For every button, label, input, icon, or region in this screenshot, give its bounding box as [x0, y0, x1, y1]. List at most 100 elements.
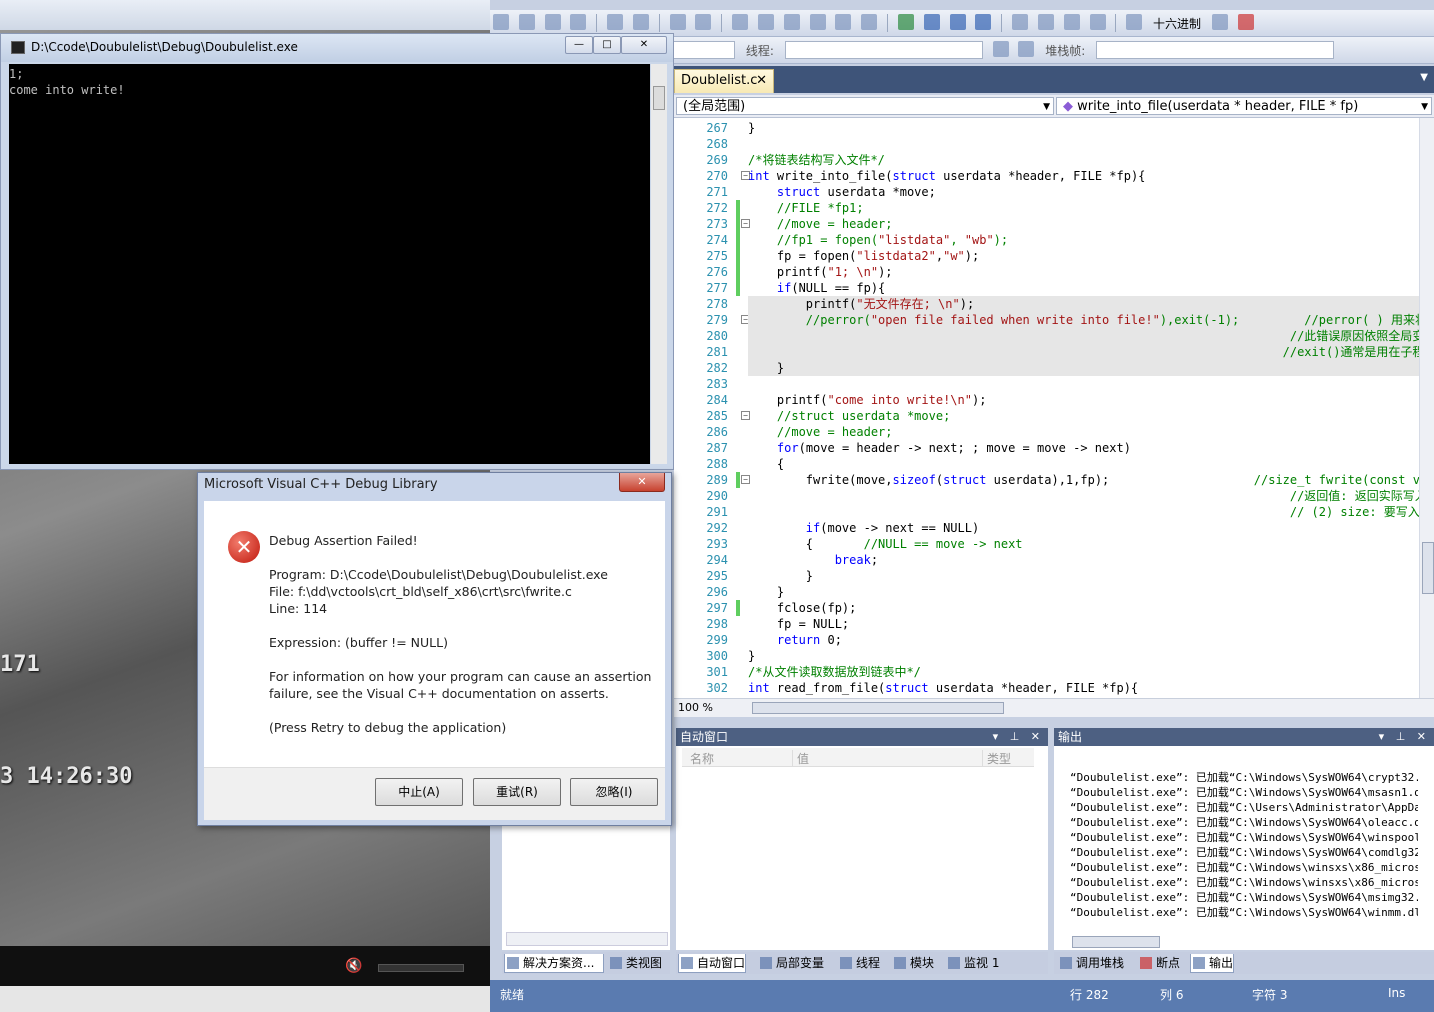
exception-icon[interactable]	[1237, 14, 1254, 30]
tab-watch1[interactable]: 监视 1	[946, 954, 999, 972]
toolbar-icon[interactable]	[518, 14, 535, 30]
quickwatch-icon[interactable]	[1126, 14, 1143, 30]
tab-breakpoints[interactable]: 断点	[1138, 954, 1180, 972]
code-line: 289− fwrite(move,sizeof(struct userdata)…	[674, 472, 1419, 488]
line-number: 270	[706, 169, 728, 183]
horizontal-scrollbar[interactable]	[506, 932, 668, 946]
column-type[interactable]: 类型	[982, 750, 1011, 767]
flag-icon[interactable]	[992, 41, 1009, 57]
console-output[interactable]: 1; come into write!	[9, 64, 650, 464]
abort-button[interactable]: 中止(A)	[375, 778, 463, 806]
code-line: 300}	[674, 648, 1419, 664]
function-combo[interactable]: ◆ write_into_file(userdata * header, FIL…	[1056, 97, 1432, 115]
dialog-close-button[interactable]: ✕	[619, 473, 665, 492]
toolbar-icon[interactable]	[544, 14, 561, 30]
close-tab-icon[interactable]: ✕	[756, 70, 767, 92]
output-scrollbar-thumb[interactable]	[1072, 936, 1160, 948]
code-line: 280 //此错误原因依照全局变量	[674, 328, 1419, 344]
bookmark-next-icon[interactable]	[783, 14, 800, 30]
code-line: 286 //move = header;	[674, 424, 1419, 440]
line-number: 277	[706, 281, 728, 295]
stack-frame-combo[interactable]	[1096, 41, 1335, 59]
tab-class-view[interactable]: 类视图	[608, 954, 662, 972]
code-text: }	[748, 360, 1419, 376]
code-line: 299 return 0;	[674, 632, 1419, 648]
code-text: printf("come into write!\n");	[748, 393, 987, 407]
editor-horizontal-bar: 100 %	[674, 698, 1434, 717]
tab-call-stack[interactable]: 调用堆栈	[1058, 954, 1124, 972]
hex-display-button[interactable]: 十六进制	[1153, 15, 1201, 32]
code-line: 298 fp = NULL;	[674, 616, 1419, 632]
code-line: 295 }	[674, 568, 1419, 584]
indent-icon[interactable]	[607, 14, 624, 30]
code-text: }	[748, 569, 814, 583]
tab-doublelist-c[interactable]: Doublelist.c ✕	[674, 69, 774, 93]
call-stack-icon	[1060, 957, 1072, 969]
minimize-button[interactable]: —	[565, 36, 593, 54]
close-button[interactable]: ✕	[621, 36, 667, 54]
line-number: 283	[706, 377, 728, 391]
thread-combo[interactable]	[784, 41, 983, 59]
step-over-icon[interactable]	[1037, 14, 1054, 30]
restart-icon[interactable]	[975, 14, 992, 30]
code-line: 283	[674, 376, 1419, 392]
horizontal-scrollbar-thumb[interactable]	[752, 702, 1004, 714]
panel-controls-icon[interactable]: ▾ ⊥ ✕	[993, 728, 1044, 746]
code-line: 282 }	[674, 360, 1419, 376]
code-editor[interactable]: 267} 268 269/*将链表结构写入文件*/270− int write_int…	[674, 118, 1419, 698]
column-value[interactable]: 值	[792, 750, 809, 767]
breakpoint-icon[interactable]	[1211, 14, 1228, 30]
pause-icon[interactable]	[923, 14, 940, 30]
toolbar-icon[interactable]	[570, 14, 587, 30]
autos-title: 自动窗口 ▾ ⊥ ✕	[676, 728, 1048, 746]
continue-icon[interactable]	[897, 14, 914, 30]
editor-vertical-scrollbar[interactable]	[1419, 118, 1434, 698]
bookmark-prev-icon[interactable]	[757, 14, 774, 30]
mute-icon[interactable]: 🔇	[345, 958, 362, 974]
step-into-icon[interactable]	[1012, 14, 1029, 30]
maximize-button[interactable]: □	[593, 36, 621, 54]
dialog-file: File: f:\dd\vctools\crt_bld\self_x86\crt…	[269, 584, 572, 599]
line-number: 286	[706, 425, 728, 439]
line-number: 281	[706, 345, 728, 359]
comment-icon[interactable]	[669, 14, 686, 30]
bookmark-icon[interactable]	[732, 14, 749, 30]
outdent-icon[interactable]	[632, 14, 649, 30]
code-line: 273− //move = header;	[674, 216, 1419, 232]
console-title-bar[interactable]: D:\Ccode\Doubulelist\Debug\Doubulelist.e…	[1, 34, 673, 62]
column-name[interactable]: 名称	[690, 750, 714, 767]
scrollbar-thumb[interactable]	[1422, 542, 1434, 594]
left-panel-tabs: 解决方案资... 类视图	[502, 952, 670, 974]
tab-output[interactable]: 输出	[1190, 954, 1235, 973]
bookmark-folder-icon[interactable]	[809, 14, 826, 30]
uncomment-icon[interactable]	[695, 14, 712, 30]
bookmark-clear-icon[interactable]	[835, 14, 852, 30]
scrollbar-thumb[interactable]	[653, 86, 665, 110]
code-text: fp = NULL;	[748, 617, 850, 631]
tab-modules[interactable]: 模块	[892, 954, 934, 972]
output-text[interactable]: “Doubulelist.exe”: 已加载“C:\Windows\SysWOW…	[1070, 770, 1418, 920]
tab-locals[interactable]: 局部变量	[758, 954, 824, 972]
line-number: 279	[706, 313, 728, 327]
tab-autos[interactable]: 自动窗口	[678, 954, 747, 973]
console-scrollbar[interactable]	[651, 64, 667, 464]
bookmark-toggle-icon[interactable]	[861, 14, 878, 30]
ignore-button[interactable]: 忽略(I)	[570, 778, 658, 806]
flag-all-icon[interactable]	[1018, 41, 1035, 57]
assertion-dialog: Microsoft Visual C++ Debug Library ✕ ✕ D…	[197, 472, 672, 826]
change-marker	[736, 248, 740, 264]
retry-button[interactable]: 重试(R)	[473, 778, 561, 806]
volume-slider[interactable]	[378, 964, 464, 972]
line-number: 302	[706, 681, 728, 695]
panel-controls-icon[interactable]: ▾ ⊥ ✕	[1379, 728, 1430, 746]
toolbar-icon[interactable]	[493, 14, 509, 30]
show-next-icon[interactable]	[1089, 14, 1106, 30]
tab-solution-explorer[interactable]: 解决方案资...	[504, 954, 604, 973]
line-number: 296	[706, 585, 728, 599]
stop-icon[interactable]	[949, 14, 966, 30]
scope-combo[interactable]: (全局范围) ▼	[676, 97, 1054, 115]
zoom-level[interactable]: 100 %	[678, 701, 713, 714]
tab-dropdown-icon[interactable]: ▼	[1420, 72, 1428, 83]
tab-threads[interactable]: 线程	[838, 954, 880, 972]
step-out-icon[interactable]	[1063, 14, 1080, 30]
